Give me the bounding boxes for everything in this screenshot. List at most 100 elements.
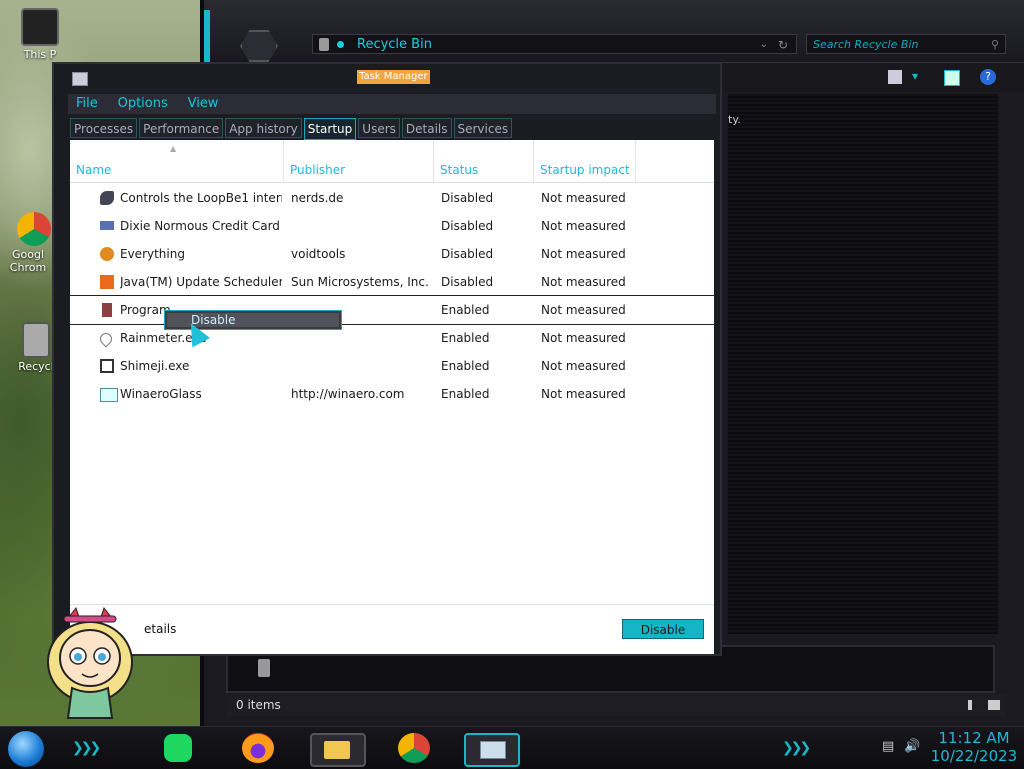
tab-performance[interactable]: Performance bbox=[139, 118, 224, 138]
desktop-icon-label: This P bbox=[23, 48, 57, 61]
task-manager-icon bbox=[72, 72, 88, 86]
column-header-row: ▲ Name Publisher Status Startup impact bbox=[70, 140, 714, 183]
folder-icon bbox=[324, 741, 350, 759]
mascot-character-icon bbox=[47, 606, 133, 719]
chart-icon bbox=[480, 741, 506, 759]
row-name: Everything bbox=[120, 247, 185, 261]
column-name[interactable]: Name bbox=[70, 140, 284, 182]
explorer-titlebar: Recycle Bin ⌄ ↻ Search Recycle Bin ⚲ bbox=[204, 0, 1024, 63]
clock[interactable]: 11:12 AM 10/22/2023 bbox=[928, 729, 1020, 765]
spotify-icon[interactable] bbox=[164, 734, 192, 762]
large-icons-view-icon[interactable] bbox=[988, 700, 1000, 710]
row-impact: Not measured bbox=[541, 387, 626, 401]
network-icon[interactable]: ▤ bbox=[882, 739, 894, 754]
task-manager-icon[interactable] bbox=[464, 733, 520, 767]
row-publisher: Sun Microsystems, Inc. bbox=[291, 275, 429, 289]
row-impact: Not measured bbox=[541, 191, 626, 205]
row-publisher: http://winaero.com bbox=[291, 387, 405, 401]
row-publisher: voidtools bbox=[291, 247, 346, 261]
task-manager-window: Task Manager File Options View Processes… bbox=[52, 62, 722, 656]
back-button[interactable] bbox=[240, 30, 278, 62]
volume-icon[interactable]: 🔊 bbox=[904, 739, 920, 754]
row-impact: Not measured bbox=[541, 303, 626, 317]
recycle-bin-icon bbox=[22, 322, 50, 358]
tab-startup[interactable]: Startup bbox=[303, 118, 357, 140]
tab-users[interactable]: Users bbox=[358, 118, 400, 138]
tab-services[interactable]: Services bbox=[453, 118, 513, 138]
column-publisher[interactable]: Publisher bbox=[284, 140, 434, 182]
taskbar: ❯❯❯ ❯❯❯ ▤ 🔊 11:12 AM 10/22/2023 bbox=[0, 726, 1024, 769]
window-title: Task Manager bbox=[357, 70, 430, 84]
tab-processes[interactable]: Processes bbox=[70, 118, 138, 138]
tab-app-history[interactable]: App history bbox=[225, 118, 302, 138]
row-name: Shimeji.exe bbox=[120, 359, 190, 373]
monitor-icon bbox=[21, 8, 59, 46]
chrome-icon[interactable] bbox=[398, 733, 430, 763]
raindrop-icon bbox=[97, 330, 115, 348]
explorer-empty-message: ty. bbox=[728, 113, 741, 126]
search-input[interactable]: Search Recycle Bin ⚲ bbox=[806, 34, 1006, 54]
table-row[interactable]: Java(TM) Update Scheduler Sun Microsyste… bbox=[70, 268, 714, 296]
row-status: Disabled bbox=[441, 191, 494, 205]
table-row[interactable]: Shimeji.exe Enabled Not measured bbox=[70, 352, 714, 380]
row-status: Disabled bbox=[441, 247, 494, 261]
row-status: Enabled bbox=[441, 359, 490, 373]
startup-list: Controls the LoopBe1 intern... nerds.de … bbox=[69, 184, 715, 408]
fewer-details-link[interactable]: etails bbox=[144, 622, 176, 636]
program-icon bbox=[102, 303, 112, 317]
decor-chevrons: ❯❯❯ bbox=[72, 740, 101, 756]
row-impact: Not measured bbox=[541, 219, 626, 233]
explorer-toolbar: ▾ ? bbox=[724, 64, 1024, 92]
location-dot-icon bbox=[337, 41, 344, 48]
row-name: Dixie Normous Credit Card S... bbox=[120, 219, 282, 233]
task-manager-titlebar[interactable]: Task Manager bbox=[54, 64, 720, 92]
disable-button[interactable]: Disable bbox=[622, 619, 704, 639]
details-view-icon[interactable] bbox=[968, 700, 972, 710]
desktop-icon-this-pc[interactable]: This P bbox=[14, 8, 66, 61]
column-status[interactable]: Status bbox=[434, 140, 534, 182]
chrome-icon bbox=[17, 212, 51, 246]
java-icon bbox=[100, 275, 114, 289]
row-impact: Not measured bbox=[541, 331, 626, 345]
address-text: Recycle Bin bbox=[357, 37, 432, 52]
address-bar[interactable]: Recycle Bin ⌄ ↻ bbox=[312, 34, 797, 54]
menu-bar: File Options View bbox=[68, 94, 716, 114]
decor-chevrons: ❯❯❯ bbox=[782, 740, 811, 756]
recycle-bin-icon bbox=[258, 659, 270, 677]
tab-details[interactable]: Details bbox=[401, 118, 452, 138]
row-publisher: nerds.de bbox=[291, 191, 344, 205]
table-row[interactable]: Controls the LoopBe1 intern... nerds.de … bbox=[70, 184, 714, 212]
table-row[interactable]: WinaeroGlass http://winaero.com Enabled … bbox=[70, 380, 714, 408]
row-impact: Not measured bbox=[541, 247, 626, 261]
search-icon[interactable]: ⚲ bbox=[991, 35, 999, 55]
row-status: Enabled bbox=[441, 331, 490, 345]
row-name: Controls the LoopBe1 intern... bbox=[120, 191, 282, 205]
refresh-icon[interactable]: ↻ bbox=[778, 35, 788, 55]
row-name: Java(TM) Update Scheduler bbox=[120, 275, 282, 289]
speaker-icon bbox=[100, 191, 114, 205]
item-count: 0 items bbox=[236, 698, 281, 712]
credit-card-icon bbox=[100, 221, 114, 230]
shimeji-icon bbox=[100, 359, 114, 373]
column-startup-impact[interactable]: Startup impact bbox=[534, 140, 636, 182]
start-button[interactable] bbox=[8, 731, 44, 767]
firefox-icon[interactable] bbox=[242, 733, 274, 763]
chevron-down-icon[interactable]: ⌄ bbox=[760, 35, 768, 55]
startup-panel: ▲ Name Publisher Status Startup impact C… bbox=[69, 140, 715, 654]
menu-view[interactable]: View bbox=[188, 96, 219, 111]
clock-date: 10/22/2023 bbox=[930, 747, 1018, 765]
chevron-down-icon[interactable]: ▾ bbox=[912, 69, 918, 83]
preview-pane-icon[interactable] bbox=[944, 70, 960, 86]
explorer-content bbox=[728, 94, 998, 634]
view-options-icon[interactable] bbox=[888, 70, 902, 84]
table-row[interactable]: Dixie Normous Credit Card S... Disabled … bbox=[70, 212, 714, 240]
file-explorer-icon[interactable] bbox=[310, 733, 366, 767]
row-status: Enabled bbox=[441, 303, 490, 317]
menu-file[interactable]: File bbox=[76, 96, 98, 111]
row-impact: Not measured bbox=[541, 275, 626, 289]
table-row[interactable]: Everything voidtools Disabled Not measur… bbox=[70, 240, 714, 268]
menu-options[interactable]: Options bbox=[118, 96, 168, 111]
magnifier-icon bbox=[100, 247, 114, 261]
row-status: Disabled bbox=[441, 219, 494, 233]
help-icon[interactable]: ? bbox=[980, 69, 996, 85]
